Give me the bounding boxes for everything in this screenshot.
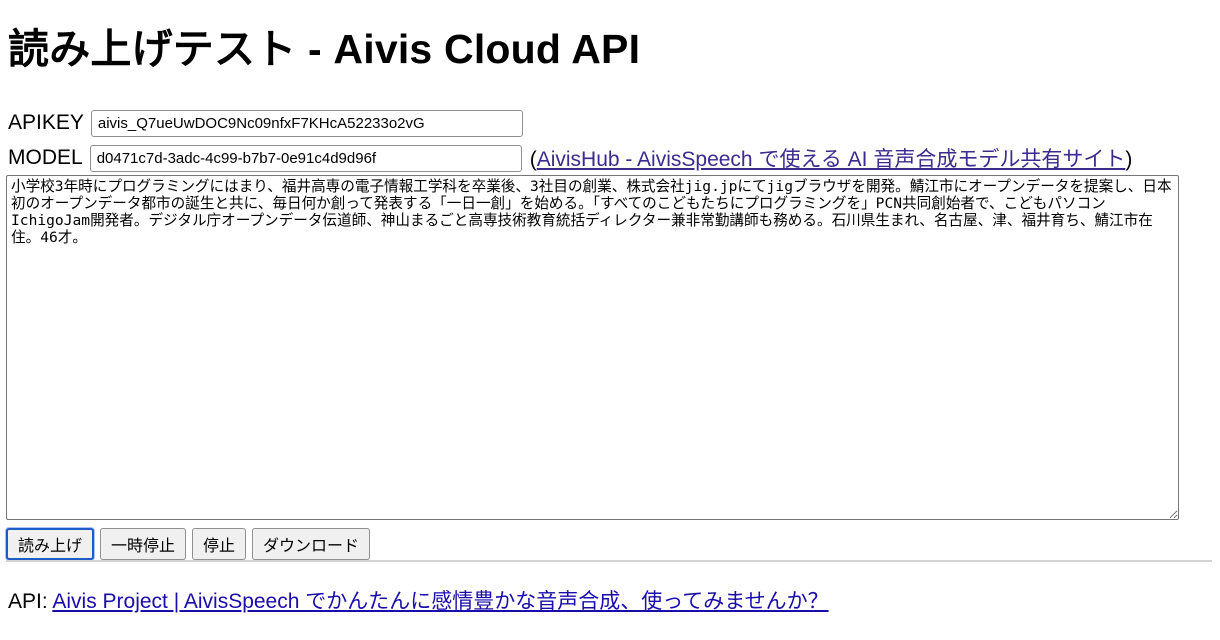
pause-button[interactable]: 一時停止 <box>100 528 187 560</box>
model-link-wrapper: (AivisHub - AivisSpeech で使える AI 音声合成モデル共… <box>530 143 1133 173</box>
aivis-project-link[interactable]: Aivis Project | AivisSpeech でかんたんに感情豊かな音… <box>52 590 828 613</box>
control-buttons: 読み上げ 一時停止 停止 ダウンロード <box>6 528 371 560</box>
model-link-open-paren: ( <box>529 148 537 171</box>
model-row: MODEL (AivisHub - AivisSpeech で使える AI 音声… <box>8 143 1132 173</box>
read-aloud-button[interactable]: 読み上げ <box>6 528 95 560</box>
divider <box>6 560 1212 562</box>
model-link-close-paren: ) <box>1125 148 1133 171</box>
model-label: MODEL <box>8 146 83 169</box>
stop-button[interactable]: 停止 <box>192 528 247 560</box>
footer-prefix: API: <box>8 590 53 613</box>
text-input-area[interactable]: 小学校3年時にプログラミングにはまり、福井高専の電子情報工学科を卒業後、3社目の… <box>6 175 1179 520</box>
aivishub-link[interactable]: AivisHub - AivisSpeech で使える AI 音声合成モデル共有… <box>537 148 1126 171</box>
page-title: 読み上げテスト - Aivis Cloud API <box>8 26 641 72</box>
apikey-input[interactable] <box>90 109 523 137</box>
footer: API: Aivis Project | AivisSpeech でかんたんに感… <box>8 585 829 615</box>
download-button[interactable]: ダウンロード <box>252 528 371 560</box>
apikey-label: APIKEY <box>8 111 84 134</box>
page: 読み上げテスト - Aivis Cloud API APIKEY MODEL (… <box>0 0 1220 640</box>
model-input[interactable] <box>89 144 522 172</box>
apikey-row: APIKEY <box>8 108 523 138</box>
